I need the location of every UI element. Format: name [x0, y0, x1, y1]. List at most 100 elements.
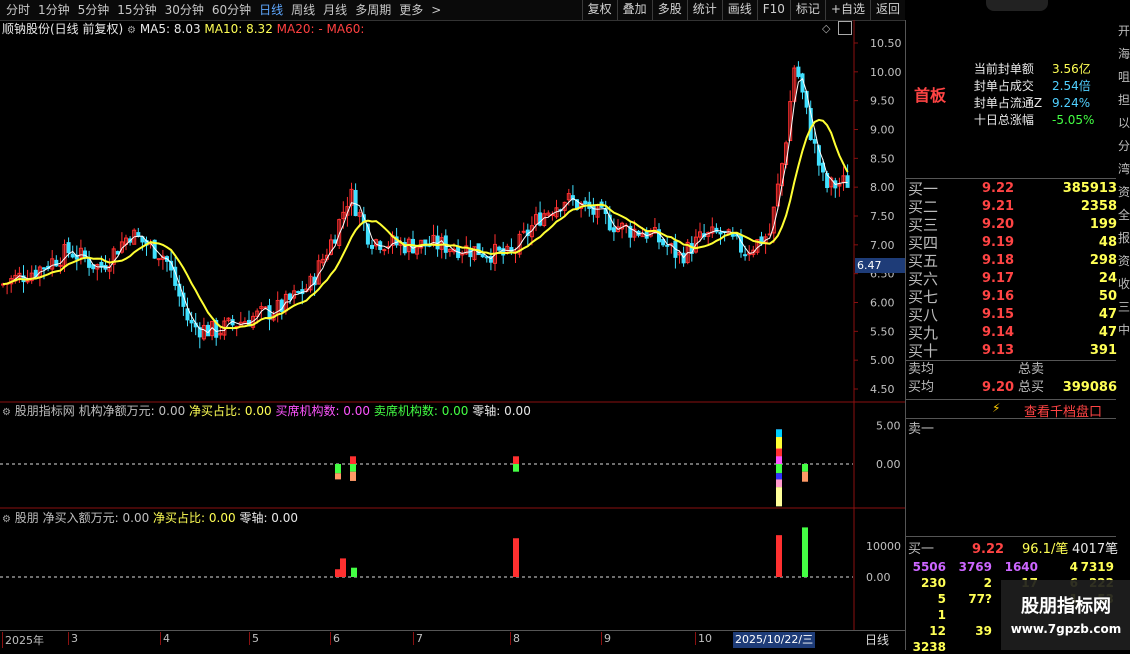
indicator2-bar — [513, 538, 519, 577]
candle-body — [42, 267, 46, 270]
sell1-row: 卖一 — [908, 422, 935, 437]
edge-text: 开 — [1118, 24, 1130, 38]
top-toolbar: 分时 1分钟 5分钟 15分钟 30分钟 60分钟 日线 周线 月线 多周期 更多 > 复权 叠加 多股统… — [0, 0, 905, 21]
period-tabs: 分时 1分钟 5分钟 15分钟 30分钟 60分钟 日线 周线 月线 多周期 更多 > — [2, 0, 445, 20]
edge-text: 全 — [1118, 208, 1130, 222]
bid-level-label: 买四 — [908, 234, 939, 252]
indicator2-bar — [351, 567, 357, 577]
indicator1-bar — [776, 487, 782, 507]
period-tab-6[interactable]: 日线 — [255, 0, 287, 20]
candle-body — [796, 66, 801, 77]
bid-level-row[interactable]: 买九 9.14 47 — [906, 324, 1130, 342]
bid-price: 9.17 — [982, 271, 1015, 286]
bid-level-row[interactable]: 买二 9.21 2358 — [906, 198, 1130, 216]
settings-gear-icon[interactable]: ⚙ — [2, 407, 11, 418]
y-tick-label: 9.50 — [870, 95, 895, 108]
view-depth-button[interactable]: ⚡ 查看千档盘口 — [906, 399, 1116, 420]
candle-body — [583, 200, 588, 205]
candle-body — [370, 244, 374, 249]
bid-level-row[interactable]: 买一 9.22 385913 — [906, 180, 1130, 198]
indicator-field: 净买占比: 0.00 — [149, 511, 236, 525]
bid-level-row[interactable]: 买五 9.18 298 — [906, 252, 1130, 270]
bid-volume: 47 — [1098, 325, 1117, 340]
indicator-field: 零轴: 0.00 — [468, 404, 531, 418]
period-tab-4[interactable]: 30分钟 — [161, 0, 208, 20]
panel-handle[interactable] — [986, 0, 1048, 11]
settings-gear-icon[interactable]: ⚙ — [2, 514, 11, 525]
candle-body — [189, 319, 194, 324]
toolbar-action-8[interactable]: 返回 — [869, 0, 905, 20]
queue-cell: 1640 — [1004, 560, 1038, 574]
indicator-field: 机构净额万元: 0.00 — [78, 404, 186, 418]
bid-level-row[interactable]: 买六 9.17 24 — [906, 270, 1130, 288]
toolbar-action-2[interactable]: 多股 — [651, 0, 687, 20]
indicator1-bar — [776, 464, 782, 474]
bid-volume: 2358 — [1080, 199, 1117, 214]
divider — [906, 536, 1116, 537]
x-tick-label: 7 — [413, 632, 423, 645]
bid-level-row[interactable]: 买四 9.19 48 — [906, 234, 1130, 252]
queue-cell: 7319 — [1080, 560, 1114, 574]
stat-label: 封单占成交 — [970, 79, 1034, 93]
bid-level-row[interactable]: 买七 9.16 50 — [906, 288, 1130, 306]
quote-panel: 首板 当前封单额 3.56亿 封单占成交 2.54倍 封单占流通Z 9.24% 十日总… — [905, 0, 1130, 654]
period-tab-5[interactable]: 60分钟 — [208, 0, 255, 20]
toolbar-action-4[interactable]: 画线 — [721, 0, 757, 20]
indicator-field: 零轴: 0.00 — [235, 511, 299, 525]
candle-body — [25, 280, 30, 283]
period-tab-1[interactable]: 1分钟 — [34, 0, 74, 20]
queue-cell: 3238 — [912, 640, 946, 654]
toolbar-action-6[interactable]: 标记 — [789, 0, 825, 20]
indicator-field: 买席机构数: 0.00 — [271, 404, 371, 418]
bid-level-row[interactable]: 买八 9.15 47 — [906, 306, 1130, 324]
x-axis: 2025年 3 4 5 6 7 8 9 10 2025/10/22/三 日线 — [0, 630, 905, 651]
period-tab-0[interactable]: 分时 — [2, 0, 34, 20]
indicator1-legend: ⚙ 股朋指标网 机构净额万元: 0.00 净买占比: 0.00 买席机构数: 0… — [2, 403, 531, 421]
edge-text: 咀 — [1118, 70, 1130, 84]
indicator1-bar — [776, 437, 782, 449]
bid-level-label: 买九 — [908, 324, 939, 342]
bid-level-row[interactable]: 买三 9.20 199 — [906, 216, 1130, 234]
bid-price: 9.16 — [982, 289, 1015, 304]
toolbar-action-7[interactable]: +自选 — [824, 0, 870, 20]
indicator1-bar — [350, 471, 356, 481]
chevron-right-icon[interactable]: > — [427, 0, 445, 20]
bid-level-label: 买一 — [908, 180, 939, 198]
candle-body — [156, 258, 161, 261]
bid-level-row[interactable]: 买十 9.13 391 — [906, 342, 1130, 360]
toolbar-action-5[interactable]: F10 — [756, 0, 790, 20]
period-tab-8[interactable]: 月线 — [319, 0, 351, 20]
action-buttons: 复权 叠加 多股 统计 画线 F10 标记 +自选 返回 — [581, 0, 905, 20]
kline-chart[interactable]: 10.5010.009.509.008.508.007.507.006.506.… — [0, 20, 905, 630]
x-tick-label: 5 — [249, 632, 259, 645]
period-tab-7[interactable]: 周线 — [287, 0, 319, 20]
toolbar-action-1[interactable]: 叠加 — [616, 0, 652, 20]
bid-volume: 24 — [1098, 271, 1117, 286]
indicator2-bars — [0, 527, 853, 578]
stat-value: 9.24% — [1052, 96, 1091, 110]
x-tick-label: 6 — [330, 632, 340, 645]
x-tick-label: 2025年 — [2, 632, 44, 648]
bid-level-label: 买二 — [908, 198, 939, 216]
period-tab-9[interactable]: 多周期 — [351, 0, 395, 20]
toolbar-action-0[interactable]: 复权 — [581, 0, 617, 20]
queue-cell: 2 — [983, 576, 992, 590]
stat-row: 封单占流通Z 9.24% — [906, 94, 1130, 112]
indicator1-bar — [350, 464, 356, 472]
bid-volume: 48 — [1098, 235, 1117, 250]
y-tick-label: 9.00 — [870, 124, 895, 137]
period-tab-10[interactable]: 更多 — [395, 0, 427, 20]
period-tab-2[interactable]: 5分钟 — [74, 0, 114, 20]
edge-text: 中 — [1118, 323, 1130, 337]
candle-body — [382, 249, 387, 252]
current-price-tag: 6.47 — [855, 258, 907, 273]
queue-cell: 77? — [968, 592, 992, 606]
bid-level-label: 买五 — [908, 252, 939, 270]
bid-price: 9.18 — [982, 253, 1015, 268]
toolbar-action-3[interactable]: 统计 — [686, 0, 722, 20]
period-indicator: 日线 — [865, 633, 890, 647]
period-tab-3[interactable]: 15分钟 — [113, 0, 160, 20]
stat-row: 封单占成交 2.54倍 — [906, 77, 1130, 95]
y-tick-label: 0.00 — [876, 458, 901, 471]
bid-level-label: 买八 — [908, 306, 939, 324]
